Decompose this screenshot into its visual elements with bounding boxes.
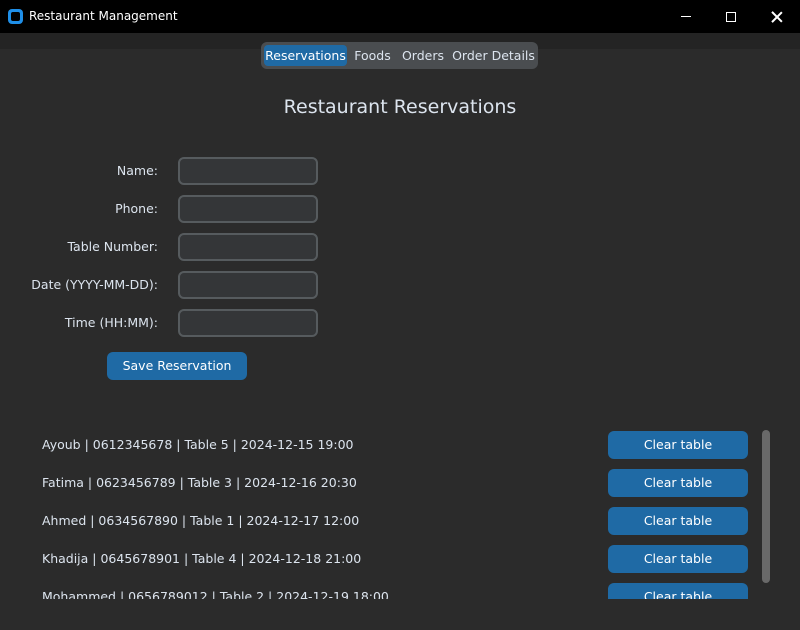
phone-label: Phone: [115,201,158,216]
tab-bar: Reservations Foods Orders Order Details [261,42,538,69]
maximize-icon [726,11,736,22]
clear-table-button[interactable]: Clear table [608,469,748,497]
reservation-text: Ayoub | 0612345678 | Table 5 | 2024-12-1… [42,437,354,452]
tab-foods[interactable]: Foods [350,45,395,66]
list-item: Ahmed | 0634567890 | Table 1 | 2024-12-1… [28,507,748,535]
clear-table-button[interactable]: Clear table [608,507,748,535]
reservation-text: Fatima | 0623456789 | Table 3 | 2024-12-… [42,475,357,490]
maximize-button[interactable] [708,0,754,33]
list-item: Fatima | 0623456789 | Table 3 | 2024-12-… [28,469,748,497]
list-item: Ayoub | 0612345678 | Table 5 | 2024-12-1… [28,431,748,459]
phone-input[interactable] [178,195,318,223]
minimize-icon [681,16,691,17]
save-reservation-button[interactable]: Save Reservation [107,352,247,380]
app-icon [8,9,23,24]
close-icon [771,11,783,23]
list-item: Khadija | 0645678901 | Table 4 | 2024-12… [28,545,748,573]
main-content: Reservations Foods Orders Order Details … [0,33,800,630]
list-item: Mohammed | 0656789012 | Table 2 | 2024-1… [28,583,748,599]
close-button[interactable] [754,0,800,33]
clear-table-button[interactable]: Clear table [608,583,748,599]
reservation-text: Mohammed | 0656789012 | Table 2 | 2024-1… [42,589,389,599]
table-number-input[interactable] [178,233,318,261]
minimize-button[interactable] [663,0,709,33]
tab-orders[interactable]: Orders [398,45,448,66]
reservation-text: Khadija | 0645678901 | Table 4 | 2024-12… [42,551,362,566]
time-label: Time (HH:MM): [64,315,158,330]
window-title: Restaurant Management [29,9,178,23]
name-label: Name: [116,163,158,178]
table-number-label: Table Number: [67,239,158,254]
date-input[interactable] [178,271,318,299]
date-label: Date (YYYY-MM-DD): [31,277,158,292]
reservations-list[interactable]: Ayoub | 0612345678 | Table 5 | 2024-12-1… [28,423,748,599]
window-titlebar: Restaurant Management [0,0,800,33]
list-scrollbar[interactable] [762,430,770,583]
clear-table-button[interactable]: Clear table [608,545,748,573]
reservation-text: Ahmed | 0634567890 | Table 1 | 2024-12-1… [42,513,360,528]
tab-order-details[interactable]: Order Details [451,45,536,66]
tab-reservations[interactable]: Reservations [264,45,347,66]
time-input[interactable] [178,309,318,337]
clear-table-button[interactable]: Clear table [608,431,748,459]
name-input[interactable] [178,157,318,185]
page-title: Restaurant Reservations [283,96,517,118]
